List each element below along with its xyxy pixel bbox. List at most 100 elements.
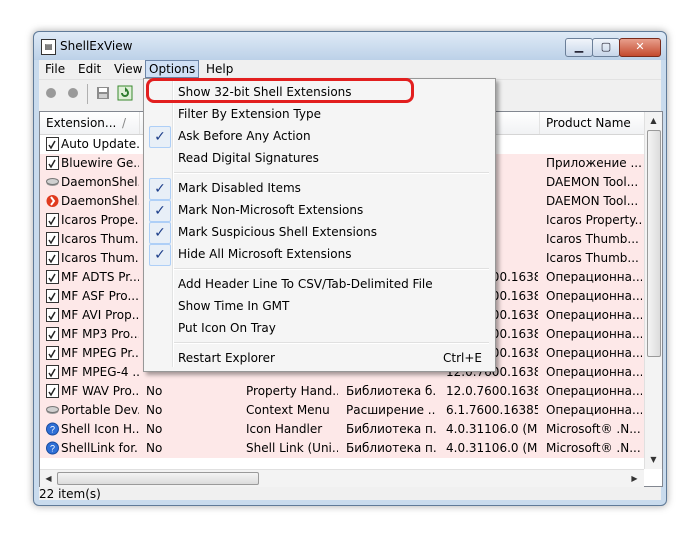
title-bar[interactable]: ▤ ShellExView ▁ ▢ ✕ [34,32,666,60]
doc-icon [46,213,59,227]
menu-item[interactable]: Put Icon On Tray [146,317,491,339]
vertical-scroll-thumb[interactable] [647,130,661,357]
menu-item-shortcut: Ctrl+E [443,351,482,365]
daemon-icon [46,194,59,208]
cell-product: Приложение ... [546,156,642,170]
cell-name: Bluewire Ge... [61,156,139,170]
cell-name: DaemonShel... [61,194,139,208]
cell-product: Icaros Thumb... [546,232,639,246]
cell-c5: 6.1.7600.16385 ... [446,403,538,417]
menu-item-label: Filter By Extension Type [178,107,321,121]
cell-product: Icaros Thumb... [546,251,639,265]
drive-icon [46,403,59,417]
help-icon: ? [46,441,59,455]
doc-icon [46,289,59,303]
table-row[interactable]: ? Shell Icon H... No Icon Handler Библиотека… [40,420,644,439]
menu-item[interactable]: Add Header Line To CSV/Tab-Delimited Fil… [146,273,491,295]
menu-item[interactable]: Restart Explorer Ctrl+E [146,347,491,369]
cell-c5: 12.0.7600.1638... [446,384,538,398]
horizontal-scrollbar[interactable]: ◀ ▶ [40,469,644,487]
doc-icon [46,327,59,341]
svg-text:?: ? [50,444,55,454]
scroll-left-icon[interactable]: ◀ [41,471,56,486]
horizontal-scroll-thumb[interactable] [57,472,259,485]
menu-item[interactable]: Show Time In GMT [146,295,491,317]
menu-help[interactable]: Help [203,61,236,77]
cell-product: Операционна... [546,346,642,360]
cell-c2: No [146,384,163,398]
cell-name: Icaros Prope... [61,213,139,227]
options-menu: Show 32-bit Shell Extensions Filter By Ex… [143,78,496,372]
table-row[interactable]: ? ShellLink for... No Shell Link (Uni... Биб… [40,439,644,458]
menu-item[interactable]: ✓ Ask Before Any Action [146,125,491,148]
menu-item[interactable]: ✓ Mark Disabled Items [146,177,491,200]
minimize-button[interactable]: ▁ [565,38,593,57]
cell-c2: No [146,403,163,417]
vertical-scrollbar[interactable]: ▲ ▼ [644,112,662,469]
cell-name: MF MPEG-4 ... [61,365,139,379]
cell-c3: Shell Link (Uni... [246,441,338,455]
menu-view[interactable]: View [111,61,145,77]
menu-options[interactable]: Options [145,60,200,78]
doc-icon [46,232,59,246]
menu-item[interactable]: Filter By Extension Type [146,103,491,125]
checkmark-icon: ✓ [149,126,171,148]
disable-icon[interactable] [43,85,59,101]
toolbar-separator [87,84,88,104]
cell-product: Операционна... [546,327,642,341]
doc-icon [46,251,59,265]
enable-icon[interactable] [65,85,81,101]
doc-icon [46,365,59,379]
menu-item-label: Hide All Microsoft Extensions [178,247,352,261]
menu-item-label: Read Digital Signatures [178,151,319,165]
scroll-up-icon[interactable]: ▲ [646,113,661,128]
table-row[interactable]: MF WAV Pro... No Property Hand... Библиотек… [40,382,644,401]
column-header-product-name[interactable]: Product Name [546,116,631,130]
refresh-icon[interactable] [117,85,133,101]
cell-c5: 4.0.31106.0 (M... [446,422,538,436]
scroll-down-icon[interactable]: ▼ [646,452,661,467]
menu-item-label: Add Header Line To CSV/Tab-Delimited Fil… [178,277,433,291]
close-button[interactable]: ✕ [619,38,661,57]
checkmark-icon: ✓ [149,200,171,222]
annotation-highlight [146,78,414,103]
menu-separator [174,268,489,270]
cell-name: MF MP3 Pro... [61,327,139,341]
cell-product: Операционна... [546,365,642,379]
checkmark-icon: ✓ [149,222,171,244]
menu-item-label: Mark Non-Microsoft Extensions [178,203,364,217]
menu-item[interactable]: ✓ Mark Non-Microsoft Extensions [146,199,491,222]
column-header-extension[interactable]: Extension... [46,116,116,130]
app-icon: ▤ [41,39,56,55]
cell-product: Icaros Property... [546,213,642,227]
save-icon[interactable] [95,85,111,101]
maximize-button[interactable]: ▢ [592,38,620,57]
menu-item[interactable]: Read Digital Signatures [146,147,491,169]
cell-c3: Context Menu [246,403,330,417]
menu-item[interactable]: ✓ Hide All Microsoft Extensions [146,243,491,266]
cell-product: Microsoft® .N... [546,422,641,436]
cell-product: DAEMON Tool... [546,175,639,189]
menu-separator [174,172,489,174]
table-row[interactable]: Portable Dev... No Context Menu Расширение … [40,401,644,420]
menu-item-label: Mark Suspicious Shell Extensions [178,225,378,239]
cell-product: DAEMON Tool... [546,194,639,208]
options-menu-items: Show 32-bit Shell Extensions Filter By Ex… [144,81,495,369]
cell-name: MF ADTS Pr... [61,270,139,284]
menu-item[interactable]: ✓ Mark Suspicious Shell Extensions [146,221,491,244]
scroll-right-icon[interactable]: ▶ [627,471,642,486]
cell-product: Операционна... [546,403,642,417]
menu-item-label: Show Time In GMT [178,299,290,313]
menu-file[interactable]: File [42,61,68,77]
cell-c5: 4.0.31106.0 (M... [446,441,538,455]
menu-item-label: Restart Explorer [178,351,275,365]
menu-edit[interactable]: Edit [75,61,104,77]
cell-c3: Icon Handler [246,422,323,436]
doc-icon [46,137,59,151]
cell-name: Shell Icon H... [61,422,139,436]
cell-product: Microsoft® .N... [546,441,641,455]
sort-indicator: / [122,116,127,130]
menu-separator [174,342,489,344]
drive-icon [46,175,59,189]
cell-name: DaemonShel... [61,175,139,189]
